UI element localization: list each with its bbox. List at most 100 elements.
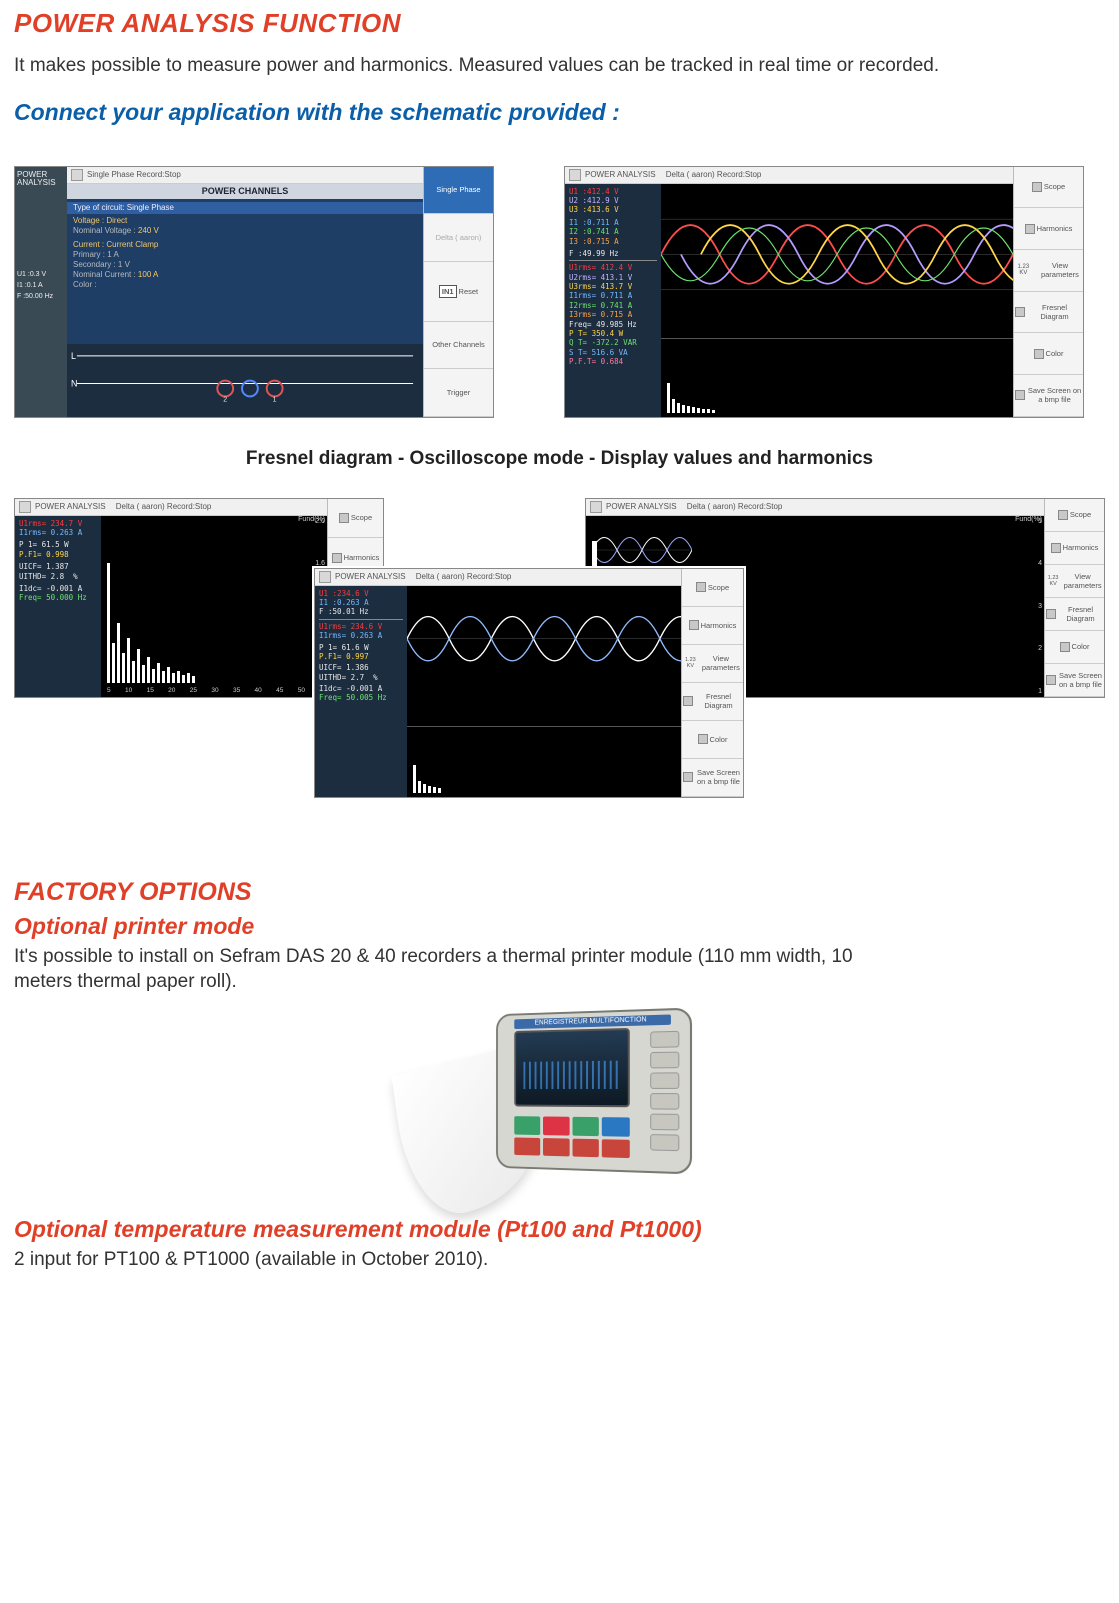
m-f: F :50.01 Hz	[319, 607, 403, 616]
m-i1: I1 :0.263 A	[319, 598, 403, 607]
primary-line: Primary : 1 A	[73, 250, 417, 260]
svg-text:N: N	[71, 378, 77, 388]
device-keypad-icon	[514, 1116, 630, 1158]
btn-scope[interactable]: Scope	[328, 499, 383, 539]
btn-other-channels[interactable]: Other Channels	[424, 322, 493, 369]
btn-scope[interactable]: Scope	[682, 569, 743, 607]
btn-view-params[interactable]: 1.23 KVView parameters	[1045, 565, 1104, 598]
kv-label: 1.23 KV	[1015, 264, 1032, 276]
title-text: Delta ( aaron) Record:Stop	[116, 502, 212, 511]
btn-view-params[interactable]: 1.23 KVView parameters	[682, 645, 743, 683]
m-pf1: P.F1= 0.998	[19, 550, 97, 559]
m-u1rms: U1rms= 412.4 V	[569, 263, 657, 272]
fresnel-icon	[1015, 307, 1025, 317]
m-i2: I2 :0.741 A	[569, 227, 657, 236]
app-icon	[71, 169, 83, 181]
btn-color[interactable]: Color	[1014, 333, 1083, 375]
btn-harmonics[interactable]: Harmonics	[1045, 532, 1104, 565]
m-pft: P.F.T= 0.684	[569, 357, 657, 366]
btn-trigger[interactable]: Trigger	[424, 369, 493, 416]
btn-color[interactable]: Color	[1045, 631, 1104, 664]
m-freq: Freq= 50.000 Hz	[19, 593, 97, 602]
x-scale: 510 1520 2530 3540 4550	[107, 687, 305, 697]
btn-harmonics[interactable]: Harmonics	[1014, 208, 1083, 250]
left-title: POWER ANALYSIS	[17, 171, 65, 189]
btn-save-screen[interactable]: Save Screen on a bmp file	[1045, 664, 1104, 697]
device-sidebuttons-icon	[650, 1031, 679, 1151]
title-strip: Single Phase Record:Stop	[67, 167, 423, 184]
harmonics-chart: Fund(%) 2.0 1.6 1.2 0.8 0.4	[101, 516, 327, 697]
m-idc: I1dc= -0.001 A	[19, 584, 97, 593]
harmonic-inset	[661, 338, 1013, 416]
left-i1: I1 :0.1 A	[17, 282, 65, 290]
scope-icon	[696, 582, 706, 592]
left-u1: U1 :0.3 V	[17, 271, 65, 279]
m-u1: U1 :234.6 V	[319, 589, 403, 598]
svg-text:L: L	[71, 350, 76, 360]
save-icon	[1046, 675, 1056, 685]
btn-scope[interactable]: Scope	[1045, 499, 1104, 532]
btn-single-phase[interactable]: Single Phase	[424, 167, 493, 214]
heading-printer-mode: Optional printer mode	[14, 913, 1105, 940]
btn-fresnel-label: Fresnel Diagram	[1027, 303, 1082, 321]
btn-color[interactable]: Color	[682, 721, 743, 759]
m-p1: P 1= 61.5 W	[19, 540, 97, 549]
btn-fresnel[interactable]: Fresnel Diagram	[682, 683, 743, 721]
scope-icon	[1058, 510, 1068, 520]
btn-reset-label: Reset	[459, 287, 479, 296]
measurement-sidebar: U1 :412.4 V U2 :412.9 V U3 :413.6 V I1 :…	[565, 184, 661, 417]
app-icon	[319, 571, 331, 583]
btn-delta-aaron[interactable]: Delta ( aaron)	[424, 214, 493, 261]
intro-paragraph: It makes possible to measure power and h…	[14, 53, 1105, 79]
m-u3rms: U3rms= 413.7 V	[569, 282, 657, 291]
m-u2: U2 :412.9 V	[569, 196, 657, 205]
screen-main: POWER ANALYSIS Delta ( aaron) Record:Sto…	[565, 167, 1013, 417]
heading-connect-app: Connect your application with the schema…	[14, 99, 1105, 126]
schematic-icon: L N 2 1	[67, 344, 423, 403]
title-prefix: POWER ANALYSIS	[335, 572, 406, 581]
secondary-line: Secondary : 1 V	[73, 260, 417, 270]
btn-save-label: Save Screen on a bmp file	[1027, 386, 1082, 404]
m-uicf: UICF= 1.386	[319, 663, 403, 672]
in1-icon: IN1	[439, 285, 457, 298]
m-i1: I1 :0.711 A	[569, 218, 657, 227]
right-button-bar: Scope Harmonics 1.23 KVView parameters F…	[1044, 499, 1104, 697]
screenshot-delta-scope: POWER ANALYSIS Delta ( aaron) Record:Sto…	[564, 166, 1084, 418]
svg-text:2: 2	[223, 396, 227, 403]
color-icon	[698, 734, 708, 744]
btn-save-screen[interactable]: Save Screen on a bmp file	[682, 759, 743, 797]
m-p1: P 1= 61.6 W	[319, 643, 403, 652]
app-icon	[19, 501, 31, 513]
title-text: Delta ( aaron) Record:Stop	[666, 170, 762, 179]
m-u1rms: U1rms= 234.7 V	[19, 519, 97, 528]
fresnel-icon	[1046, 609, 1056, 619]
m-i3rms: I3rms= 0.715 A	[569, 310, 657, 319]
btn-view-params[interactable]: 1.23 KV View parameters	[1014, 250, 1083, 292]
temp-paragraph: 2 input for PT100 & PT1000 (available in…	[14, 1247, 1105, 1273]
modes-caption: Fresnel diagram - Oscilloscope mode - Di…	[14, 448, 1105, 470]
bar-chart-icon	[107, 543, 195, 683]
btn-scope[interactable]: Scope	[1014, 167, 1083, 209]
power-channels-panel: POWER CHANNELS Type of circuit: Single P…	[67, 184, 423, 344]
btn-harmonics[interactable]: Harmonics	[682, 607, 743, 645]
heading-temp-module: Optional temperature measurement module …	[14, 1216, 1105, 1243]
waveform-area	[661, 184, 1013, 339]
m-u3: U3 :413.6 V	[569, 205, 657, 214]
btn-fresnel[interactable]: Fresnel Diagram	[1014, 292, 1083, 334]
btn-reset[interactable]: IN1 Reset	[424, 262, 493, 322]
btn-save-screen[interactable]: Save Screen on a bmp file	[1014, 375, 1083, 417]
title-text: Single Phase Record:Stop	[87, 170, 181, 179]
type-of-circuit: Type of circuit: Single Phase	[67, 202, 423, 214]
left-f: F :50.00 Hz	[17, 293, 65, 301]
bar-chart-icon	[667, 379, 715, 413]
heading-power-analysis: POWER ANALYSIS FUNCTION	[14, 8, 1105, 39]
app-icon	[569, 169, 581, 181]
printer-image: ENREGISTREUR MULTIFONCTION	[14, 1001, 1105, 1206]
title-prefix: POWER ANALYSIS	[606, 502, 677, 511]
left-status-bar: POWER ANALYSIS U1 :0.3 V I1 :0.1 A F :50…	[15, 167, 67, 417]
m-u1rms: U1rms= 234.6 V	[319, 622, 403, 631]
screenshot-row-triple: POWER ANALYSIS Delta ( aaron) Record:Sto…	[14, 498, 1105, 818]
waveform-area	[407, 586, 681, 726]
waveform-icon	[407, 586, 681, 691]
btn-fresnel[interactable]: Fresnel Diagram	[1045, 598, 1104, 631]
